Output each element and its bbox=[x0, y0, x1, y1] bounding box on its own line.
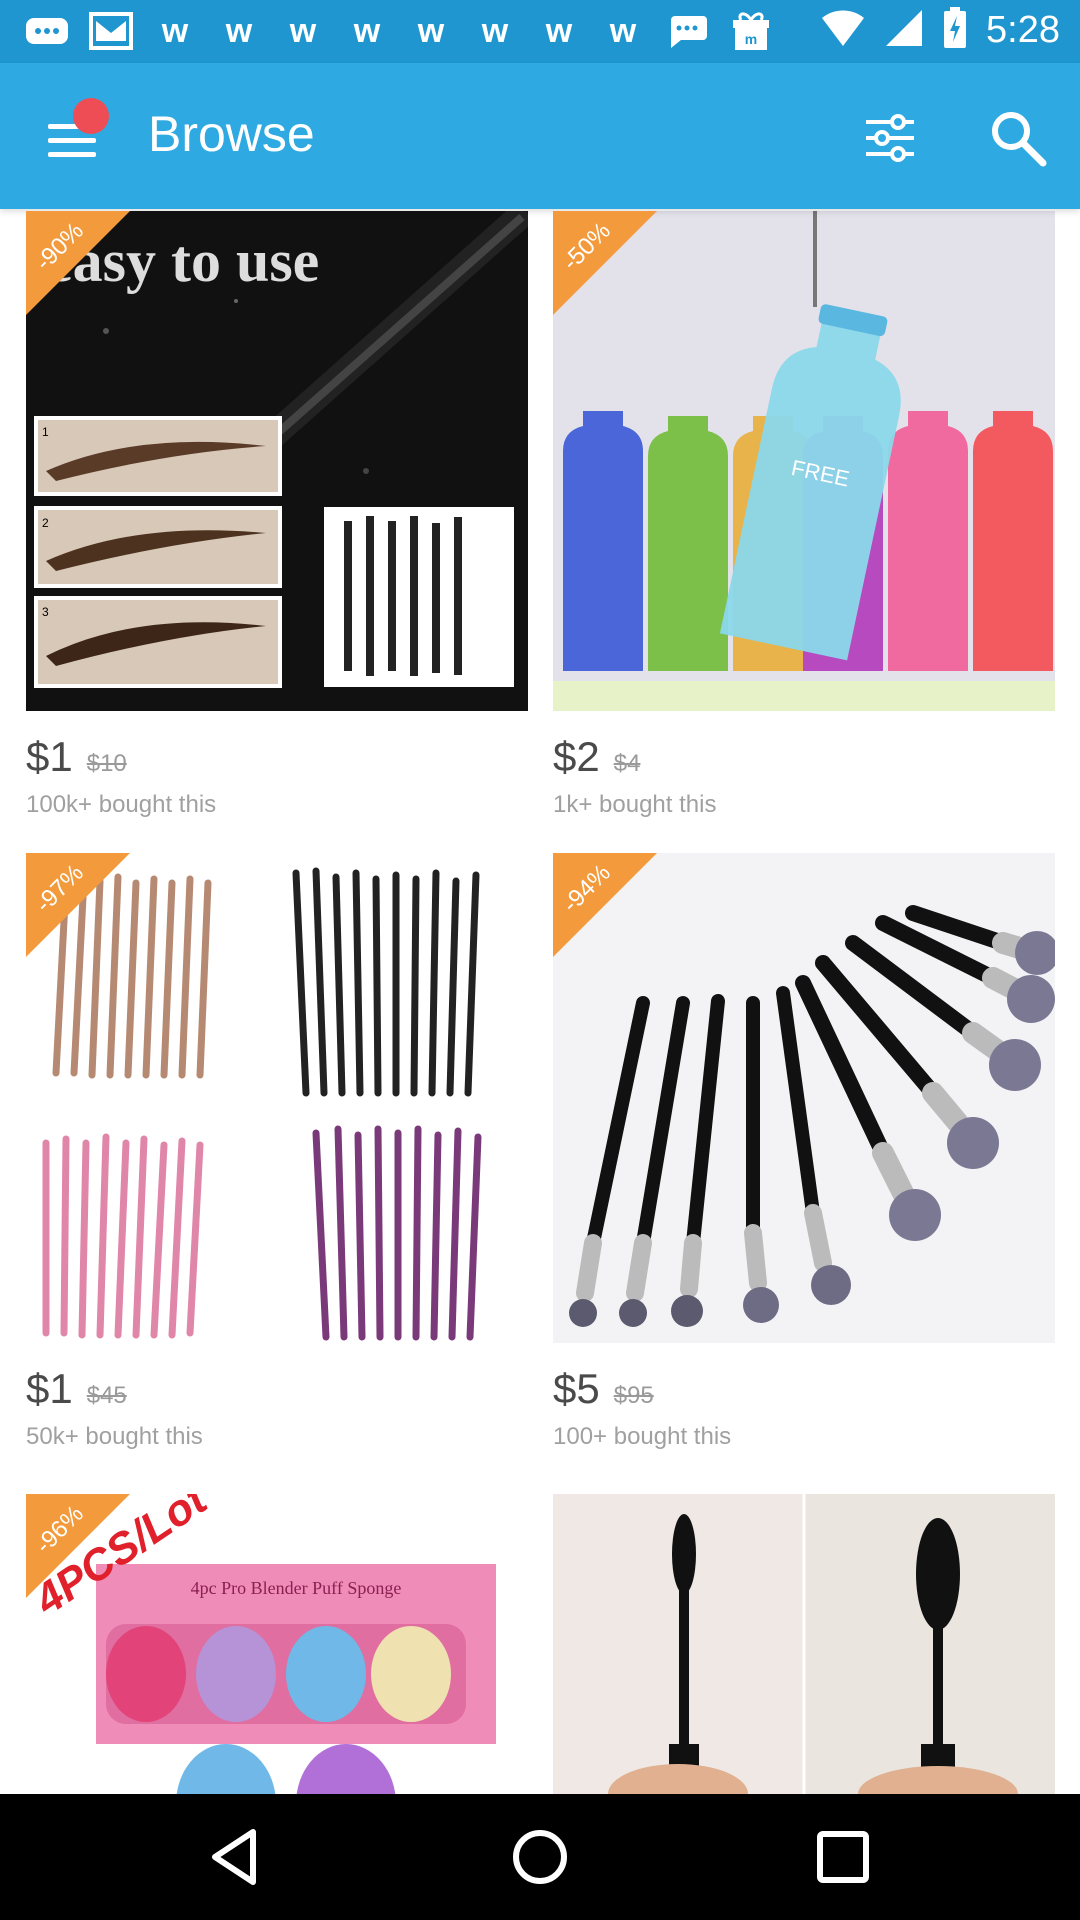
clock: 5:28 bbox=[986, 9, 1060, 51]
menu-icon-line bbox=[48, 152, 96, 157]
navigation-bar bbox=[0, 1794, 1080, 1920]
signal-icon bbox=[884, 8, 924, 53]
purchase-count: 1k+ bought this bbox=[553, 791, 717, 818]
svg-text:2: 2 bbox=[42, 516, 49, 530]
product-image-mascara[interactable] bbox=[553, 1494, 1055, 1794]
home-icon bbox=[513, 1830, 567, 1884]
search-button[interactable] bbox=[985, 105, 1051, 171]
w-app-icon: w bbox=[481, 11, 509, 50]
svg-text:m: m bbox=[745, 31, 757, 47]
search-icon bbox=[992, 112, 1047, 167]
w-app-icon: w bbox=[417, 11, 445, 50]
original-price: $4 bbox=[613, 750, 641, 777]
product-image-brush-sets[interactable]: -97% bbox=[26, 853, 528, 1343]
w-app-icon: w bbox=[545, 11, 573, 50]
gift-icon: m bbox=[726, 10, 776, 52]
product-grid: easy to use 1 2 3 -90% $1 $10 100k+ boug… bbox=[0, 209, 1080, 1794]
filter-button[interactable] bbox=[860, 108, 920, 168]
product-card[interactable]: easy to use 1 2 3 -90% $1 $10 100k+ boug… bbox=[26, 211, 528, 819]
message-icon bbox=[662, 10, 712, 52]
svg-text:3: 3 bbox=[42, 605, 49, 619]
product-card[interactable]: FREE -50% $2 $4 1k+ bought this bbox=[553, 211, 1055, 819]
product-image-water-bottles[interactable]: FREE -50% bbox=[553, 211, 1055, 711]
product-card[interactable]: -97% $1 $45 50k+ bought this bbox=[26, 853, 528, 1451]
notification-icons: w w w w w w w w m bbox=[22, 10, 776, 52]
original-price: $95 bbox=[613, 1382, 654, 1409]
purchase-count: 100k+ bought this bbox=[26, 791, 217, 818]
wifi-icon bbox=[820, 8, 866, 53]
price-row: $5 $95 bbox=[553, 1365, 1055, 1413]
svg-text:4pc Pro Blender Puff Sponge: 4pc Pro Blender Puff Sponge bbox=[191, 1578, 402, 1598]
product-image-kabuki-brushes[interactable]: -94% bbox=[553, 853, 1055, 1343]
w-app-icon: w bbox=[353, 11, 381, 50]
w-app-icon: w bbox=[161, 11, 189, 50]
price: $2 bbox=[553, 733, 600, 780]
w-app-icon: w bbox=[289, 11, 317, 50]
status-bar: w w w w w w w w m 5:28 bbox=[0, 0, 1080, 63]
original-price: $10 bbox=[86, 750, 127, 777]
app-bar: Browse bbox=[0, 63, 1080, 209]
price: $1 bbox=[26, 733, 73, 780]
price-row: $1 $10 bbox=[26, 733, 528, 781]
product-card[interactable]: -94% $5 $95 100+ bought this bbox=[553, 853, 1055, 1451]
notification-dot bbox=[73, 98, 109, 134]
menu-icon-line bbox=[48, 138, 96, 143]
page-title: Browse bbox=[148, 106, 315, 162]
product-image-blender-sponges[interactable]: 4pc Pro Blender Puff Sponge -96% 4PCS/Lo… bbox=[26, 1494, 528, 1794]
recents-button[interactable] bbox=[810, 1824, 876, 1890]
product-card[interactable]: 4pc Pro Blender Puff Sponge -96% 4PCS/Lo… bbox=[26, 1494, 528, 1794]
original-price: $45 bbox=[86, 1382, 127, 1409]
system-status: 5:28 bbox=[820, 6, 1060, 55]
chat-icon bbox=[22, 10, 72, 52]
price: $5 bbox=[553, 1365, 600, 1412]
back-button[interactable] bbox=[205, 1824, 271, 1890]
price-row: $1 $45 bbox=[26, 1365, 528, 1413]
price: $1 bbox=[26, 1365, 73, 1412]
purchase-count: 100+ bought this bbox=[553, 1423, 732, 1450]
purchase-count: 50k+ bought this bbox=[26, 1423, 203, 1450]
battery-icon bbox=[942, 6, 968, 55]
price-row: $2 $4 bbox=[553, 733, 1055, 781]
back-icon bbox=[212, 1829, 256, 1885]
home-button[interactable] bbox=[507, 1824, 573, 1890]
svg-text:1: 1 bbox=[42, 425, 49, 439]
w-app-icon: w bbox=[609, 11, 637, 50]
recents-icon bbox=[817, 1831, 869, 1883]
product-image-eyebrow-pencil[interactable]: easy to use 1 2 3 -90% bbox=[26, 211, 528, 711]
w-app-icon: w bbox=[225, 11, 253, 50]
filter-icon bbox=[866, 114, 914, 162]
product-card[interactable] bbox=[553, 1494, 1055, 1794]
mail-icon bbox=[86, 10, 136, 52]
